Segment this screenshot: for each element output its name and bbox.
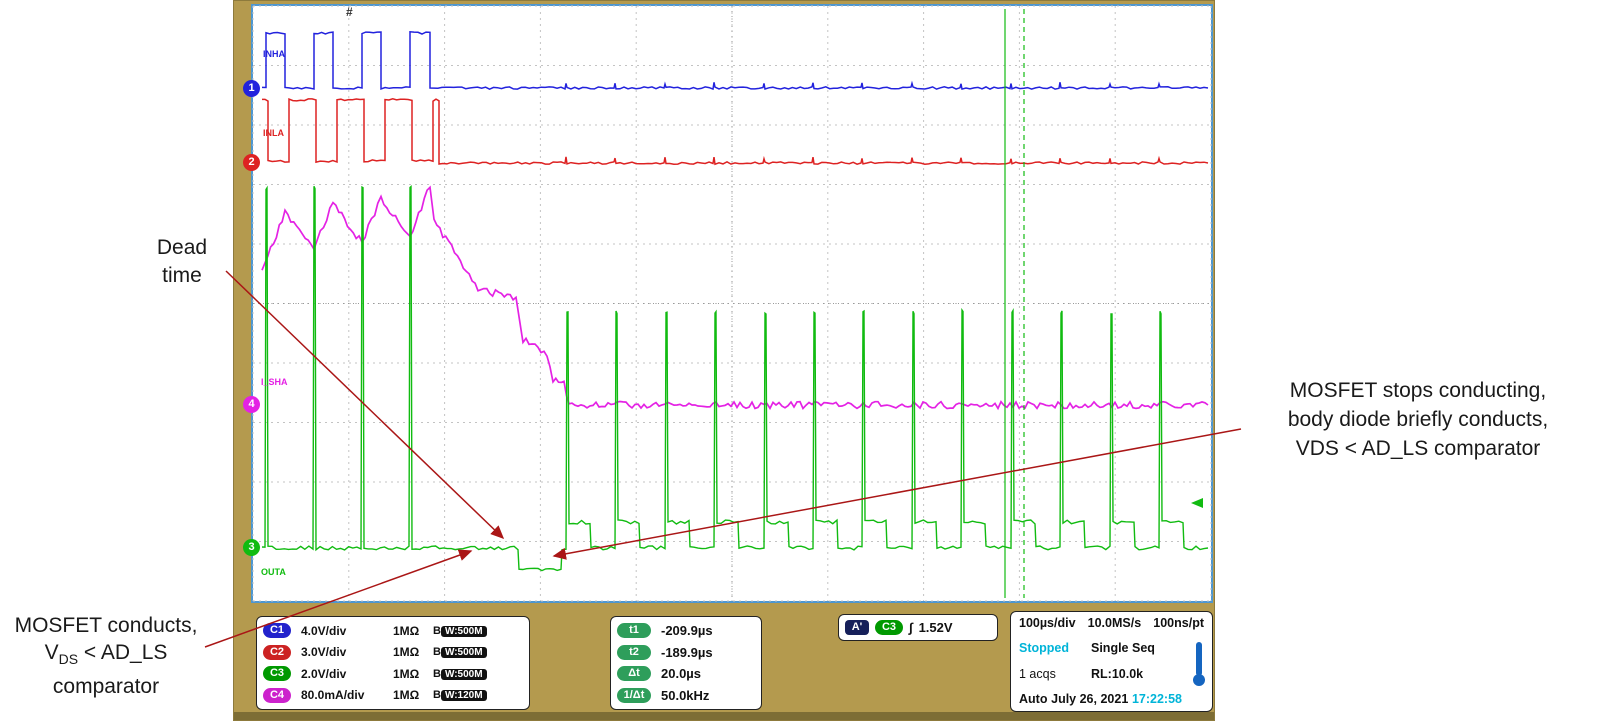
c3-scale: 2.0V/div xyxy=(301,666,347,681)
timebase-row: 100µs/div 10.0MS/s 100ns/pt xyxy=(1019,616,1204,630)
channel-row-c3[interactable]: C3 2.0V/div 1MΩ B W:500M xyxy=(263,666,523,682)
t2-badge: t2 xyxy=(617,644,651,660)
channel-row-c2[interactable]: C2 3.0V/div 1MΩ B W:500M xyxy=(263,644,523,660)
trace-label-i-sha: I_SHA xyxy=(261,377,288,387)
t1-badge: t1 xyxy=(617,623,651,639)
channel2-marker[interactable]: 2 xyxy=(243,154,260,171)
trigger-edge-icon: ∫ xyxy=(909,620,913,635)
c1-bandwidth: B W:500M xyxy=(433,625,487,637)
t2-value: -189.9µs xyxy=(661,644,713,660)
c4-badge[interactable]: C4 xyxy=(263,687,291,703)
c3-impedance: 1MΩ xyxy=(393,666,420,681)
acquisition-count: 1 acqs xyxy=(1019,666,1056,681)
c1-badge[interactable]: C1 xyxy=(263,623,291,639)
inv-delta-t-value: 50.0kHz xyxy=(661,687,710,703)
acquisition-date-row: Auto July 26, 2021 17:22:58 xyxy=(1019,692,1204,706)
cursor-row-inv-delta-t: 1/Δt 50.0kHz xyxy=(617,687,755,703)
t1-value: -209.9µs xyxy=(661,623,713,639)
c4-impedance: 1MΩ xyxy=(393,688,420,703)
delta-t-badge: Δt xyxy=(617,666,651,682)
scope-bezel-bottom-strip xyxy=(234,712,1214,720)
acquisition-status: Stopped xyxy=(1019,641,1069,656)
trigger-mode: Auto xyxy=(1019,691,1048,706)
inv-delta-t-badge: 1/Δt xyxy=(617,687,651,703)
trace-label-outa: OUTA xyxy=(261,567,286,577)
scope-display xyxy=(251,4,1213,603)
c2-badge[interactable]: C2 xyxy=(263,644,291,660)
trigger-position-marker: # xyxy=(346,5,353,19)
c2-scale: 3.0V/div xyxy=(301,645,347,660)
trigger-source-badge[interactable]: C3 xyxy=(875,620,903,635)
c2-impedance: 1MΩ xyxy=(393,645,420,660)
trace-label-inla: INLA xyxy=(263,128,284,138)
channel4-marker[interactable]: 4 xyxy=(243,396,260,413)
trace-label-inha: INHA xyxy=(263,49,285,59)
cursor-row-t2: t2 -189.9µs xyxy=(617,644,755,660)
dead-time-annotation: Dead time xyxy=(156,236,208,287)
sample-rate: 10.0MS/s xyxy=(1087,616,1142,630)
acquisition-status-row: Stopped Single Seq xyxy=(1019,641,1204,655)
trigger-a-badge[interactable]: A' xyxy=(845,620,869,635)
acquisition-mode: Single Seq xyxy=(1091,641,1155,656)
mosfet-stops-annotation: MOSFET stops conducting, body diode brie… xyxy=(1287,379,1549,460)
acquisition-count-row: 1 acqs RL:10.0k xyxy=(1019,667,1204,681)
cursor-row-delta-t: Δt 20.0µs xyxy=(617,666,755,682)
c4-bandwidth: B W:120M xyxy=(433,689,487,702)
temperature-icon xyxy=(1193,642,1205,688)
channel1-marker[interactable]: 1 xyxy=(243,80,260,97)
trigger-readout-box[interactable]: A' C3 ∫ 1.52V xyxy=(838,614,998,641)
channel-readout-box[interactable]: C1 4.0V/div 1MΩ B W:500M C2 3.0V/div 1MΩ … xyxy=(256,616,530,710)
c1-impedance: 1MΩ xyxy=(393,623,420,638)
record-length: RL:10.0k xyxy=(1091,666,1144,681)
c3-badge[interactable]: C3 xyxy=(263,666,291,682)
c2-bandwidth: B W:500M xyxy=(433,646,487,659)
date-label: July 26, 2021 xyxy=(1051,691,1129,706)
channel3-marker[interactable]: 3 xyxy=(243,539,260,556)
c3-bandwidth: B W:500M xyxy=(433,668,487,680)
cursor-row-t1: t1 -209.9µs xyxy=(617,623,755,639)
delta-t-value: 20.0µs xyxy=(661,666,702,682)
time-label: 17:22:58 xyxy=(1131,691,1182,706)
trigger-level: 1.52V xyxy=(918,620,953,635)
c4-scale: 80.0mA/div xyxy=(301,688,365,703)
channel-row-c4[interactable]: C4 80.0mA/div 1MΩ B W:120M xyxy=(263,687,523,703)
c1-scale: 4.0V/div xyxy=(301,623,347,638)
channel-row-c1[interactable]: C1 4.0V/div 1MΩ B W:500M xyxy=(263,623,523,639)
horizontal-readout-box[interactable]: 100µs/div 10.0MS/s 100ns/pt Stopped Sing… xyxy=(1010,611,1213,712)
figure-page: # INHA INLA I_SHA OUTA 1 2 4 3 C1 4.0V/d… xyxy=(0,0,1608,721)
mosfet-conducts-annotation: MOSFET conducts, VDS < AD_LS comparator xyxy=(14,614,198,699)
sample-resolution: 100ns/pt xyxy=(1153,616,1204,630)
timebase-scale: 100µs/div xyxy=(1019,616,1076,630)
cursor-readout-box[interactable]: t1 -209.9µs t2 -189.9µs Δt 20.0µs 1/Δt 5… xyxy=(610,616,762,710)
